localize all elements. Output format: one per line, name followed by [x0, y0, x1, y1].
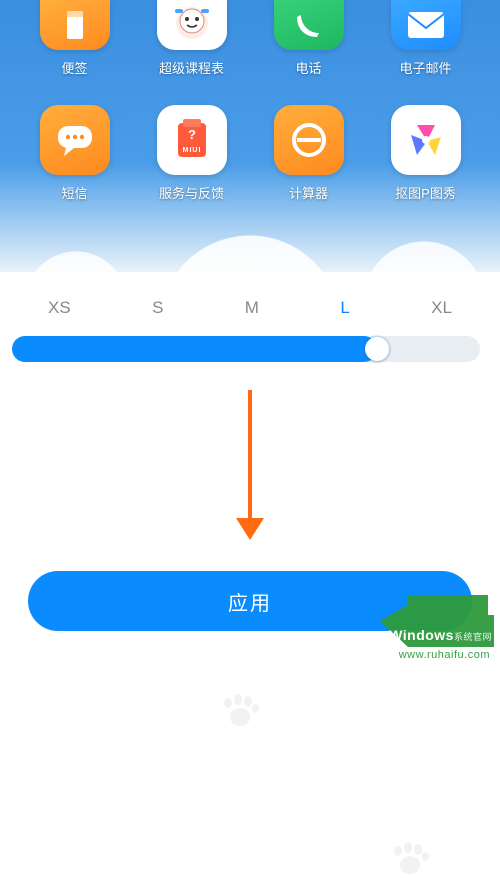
size-panel: XS S M L XL 应用 Windows系统官网 www.ruhaifu.c… [0, 272, 500, 667]
app-label: 服务与反馈 [159, 183, 224, 202]
email-icon [391, 0, 461, 50]
apply-button-label: 应用 [228, 587, 272, 616]
app-label: 便签 [61, 58, 87, 77]
apply-button[interactable]: 应用 [28, 571, 472, 631]
size-opt-xs[interactable]: XS [48, 298, 71, 318]
email-app[interactable]: 电子邮件 [367, 0, 484, 77]
feedback-app[interactable]: ? MIUI 服务与反馈 [133, 105, 250, 202]
size-options: XS S M L XL [0, 272, 500, 336]
slider-thumb[interactable] [365, 337, 389, 361]
notes-icon [40, 0, 110, 50]
photo-app[interactable]: 抠图P图秀 [367, 105, 484, 202]
app-label: 电子邮件 [399, 58, 451, 77]
app-label: 电话 [295, 58, 321, 77]
schedule-app[interactable]: 超级课程表 [133, 0, 250, 77]
watermark-paw-icon [390, 840, 430, 880]
svg-text:?: ? [188, 127, 196, 142]
phone-icon [274, 0, 344, 50]
size-opt-xl[interactable]: XL [431, 298, 452, 318]
app-label: 超级课程表 [159, 58, 224, 77]
messages-icon [40, 105, 110, 175]
size-opt-l[interactable]: L [340, 298, 349, 318]
notes-app[interactable]: 便签 [16, 0, 133, 77]
messages-app[interactable]: 短信 [16, 105, 133, 202]
app-label: 计算器 [289, 183, 328, 202]
size-slider[interactable] [12, 336, 480, 362]
phone-app[interactable]: 电话 [250, 0, 367, 77]
app-label: 短信 [61, 183, 87, 202]
feedback-icon: ? MIUI [157, 105, 227, 175]
app-grid: 便签 超级课程表 电话 电子邮件 短信 [0, 0, 500, 222]
size-opt-m[interactable]: M [245, 298, 259, 318]
slider-fill [12, 336, 377, 362]
calc-app[interactable]: 计算器 [250, 105, 367, 202]
annotation-arrow [236, 390, 264, 540]
calc-icon [274, 105, 344, 175]
schedule-icon [157, 0, 227, 50]
svg-text:MIUI: MIUI [182, 147, 201, 154]
app-label: 抠图P图秀 [395, 183, 456, 202]
photo-icon [391, 105, 461, 175]
size-opt-s[interactable]: S [152, 298, 163, 318]
watermark-url: www.ruhaifu.com [399, 649, 490, 661]
watermark-paw-icon [220, 692, 260, 732]
